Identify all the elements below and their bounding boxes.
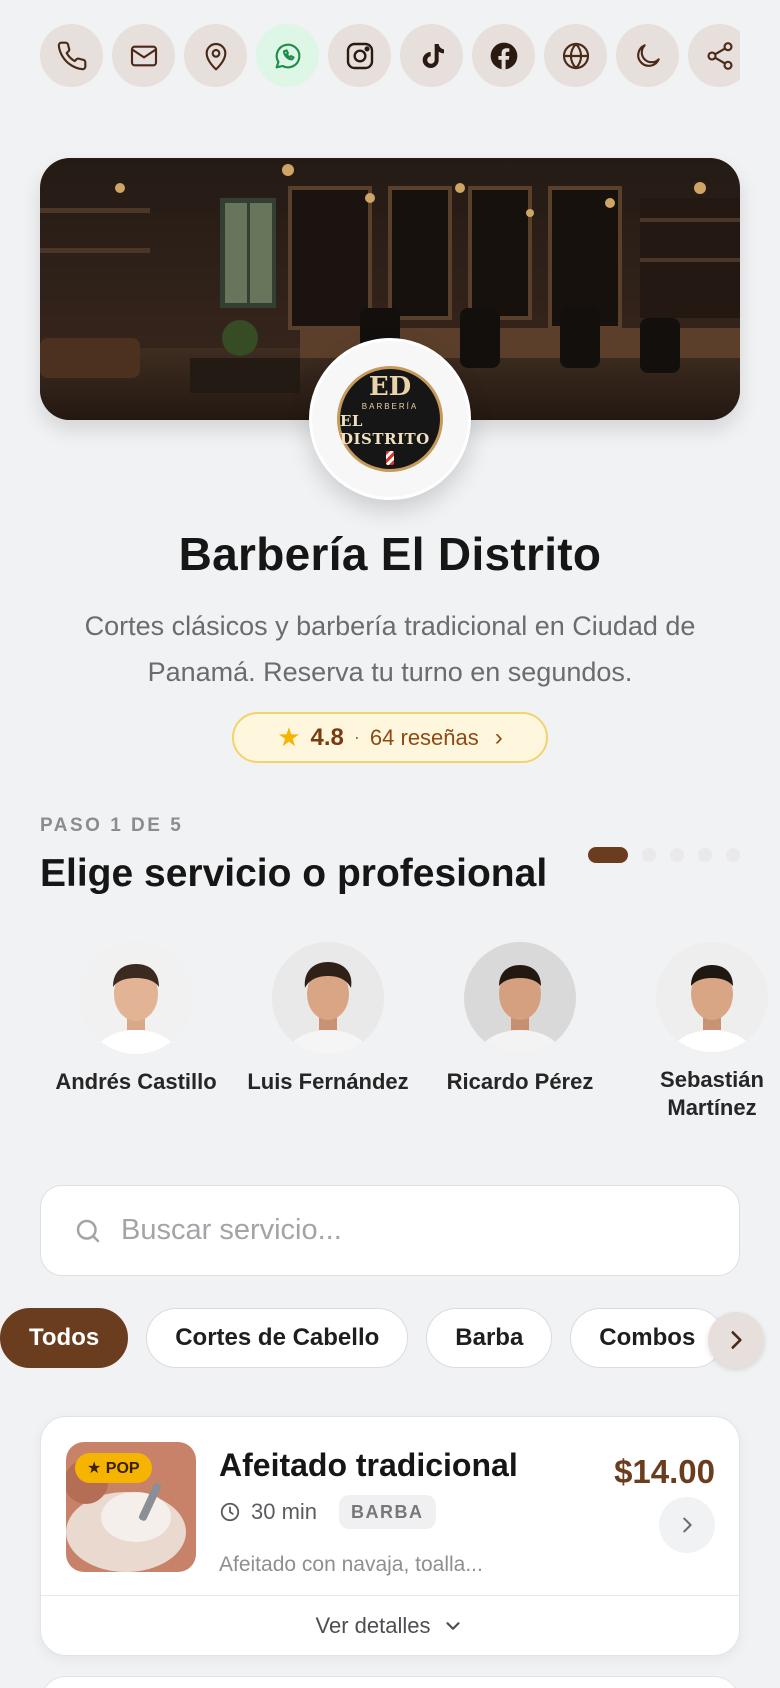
professional-name: Sebastián Martínez xyxy=(660,1067,764,1120)
service-description: Afeitado con navaja, toalla... xyxy=(219,1553,483,1576)
barber-pole-icon xyxy=(386,450,394,465)
share-icon xyxy=(706,41,733,70)
avatar xyxy=(80,942,192,1054)
service-open-button[interactable] xyxy=(659,1497,715,1553)
whatsapp-icon xyxy=(275,43,300,68)
share-button[interactable] xyxy=(688,24,740,87)
chevron-right-icon xyxy=(683,1517,692,1533)
category-chip-cortes[interactable]: Cortes de Cabello xyxy=(146,1308,409,1368)
professional-card[interactable]: Luis Fernández xyxy=(232,942,424,1122)
category-filter-bar: Todos Cortes de Cabello Barba Combos xyxy=(0,1308,760,1370)
map-pin-icon xyxy=(205,42,226,70)
logo-badge: ED BARBERÍA EL DISTRITO xyxy=(337,366,443,472)
facebook-button[interactable] xyxy=(472,24,535,87)
moon-icon xyxy=(636,43,660,67)
service-name: Afeitado tradicional xyxy=(219,1447,518,1483)
step-progress-dots xyxy=(588,847,740,863)
email-button[interactable] xyxy=(112,24,175,87)
view-details-label: Ver detalles xyxy=(315,1613,431,1638)
professional-name: Andrés Castillo xyxy=(55,1069,217,1094)
website-button[interactable] xyxy=(544,24,607,87)
section-title: Elige servicio o profesional xyxy=(40,852,548,895)
professional-card[interactable]: Ricardo Pérez xyxy=(424,942,616,1122)
contact-actions-bar xyxy=(40,24,740,88)
chevron-down-icon xyxy=(446,1622,461,1630)
review-count: 64 reseñas xyxy=(369,724,479,750)
step-dot-active xyxy=(588,847,628,863)
professional-card[interactable]: Sebastián Martínez xyxy=(616,942,780,1122)
instagram-icon xyxy=(346,42,373,69)
dark-mode-toggle[interactable] xyxy=(616,24,679,87)
avatar xyxy=(464,942,576,1054)
category-chip-barba[interactable]: Barba xyxy=(426,1308,553,1368)
chevron-right-icon xyxy=(731,1331,742,1349)
step-dot xyxy=(670,848,684,862)
clock-icon xyxy=(220,1502,240,1522)
view-details-button[interactable]: Ver detalles xyxy=(41,1595,739,1655)
professional-name: Luis Fernández xyxy=(247,1069,409,1094)
chevron-right-icon: › xyxy=(494,723,503,751)
popular-badge: ★ POP xyxy=(75,1453,152,1483)
logo-monogram: ED xyxy=(368,371,412,402)
rating-badge[interactable]: ★ 4.8 · 64 reseñas › xyxy=(232,712,548,763)
category-chip-combos[interactable]: Combos xyxy=(570,1308,725,1368)
logo-small-text: BARBERÍA xyxy=(361,401,419,411)
logo-big-text: EL DISTRITO xyxy=(340,411,430,448)
category-chip-todos[interactable]: Todos xyxy=(0,1308,129,1368)
search-icon xyxy=(76,1219,100,1242)
search-input[interactable] xyxy=(121,1214,681,1247)
tiktok-button[interactable] xyxy=(400,24,463,87)
business-logo: ED BARBERÍA EL DISTRITO xyxy=(309,338,471,500)
step-dot xyxy=(642,848,656,862)
rating-separator: · xyxy=(353,727,360,747)
tiktok-icon xyxy=(422,43,444,68)
mail-icon xyxy=(130,45,157,66)
business-title: Barbería El Distrito xyxy=(178,528,602,580)
professionals-carousel: Andrés Castillo Luis Fernández Ricardo P… xyxy=(40,942,780,1122)
step-dot xyxy=(698,848,712,862)
facebook-icon xyxy=(490,42,517,69)
globe-icon xyxy=(562,41,589,70)
service-meta: 30 min BARBA xyxy=(219,1495,436,1529)
instagram-button[interactable] xyxy=(328,24,391,87)
step-label: PASO 1 DE 5 xyxy=(40,815,184,836)
service-card-partial[interactable] xyxy=(40,1676,740,1688)
location-button[interactable] xyxy=(184,24,247,87)
professional-name: Ricardo Pérez xyxy=(446,1069,594,1094)
phone-icon xyxy=(57,41,86,70)
phone-button[interactable] xyxy=(40,24,103,87)
star-icon: ★ xyxy=(277,722,301,752)
avatar xyxy=(272,942,384,1054)
service-card[interactable]: ★ POP Afeitado tradicional $14.00 30 min… xyxy=(40,1416,740,1656)
service-price: $14.00 xyxy=(614,1453,715,1490)
avatar xyxy=(656,942,768,1052)
rating-score: 4.8 xyxy=(310,723,344,751)
whatsapp-button[interactable] xyxy=(256,24,319,87)
business-description: Cortes clásicos y barbería tradicional e… xyxy=(84,611,696,687)
step-dot xyxy=(726,848,740,862)
professional-card[interactable]: Andrés Castillo xyxy=(40,942,232,1122)
service-category-tag: BARBA xyxy=(339,1495,436,1529)
search-bar xyxy=(40,1185,740,1276)
service-duration: 30 min xyxy=(251,1499,318,1524)
categories-scroll-right-button[interactable] xyxy=(708,1312,764,1368)
